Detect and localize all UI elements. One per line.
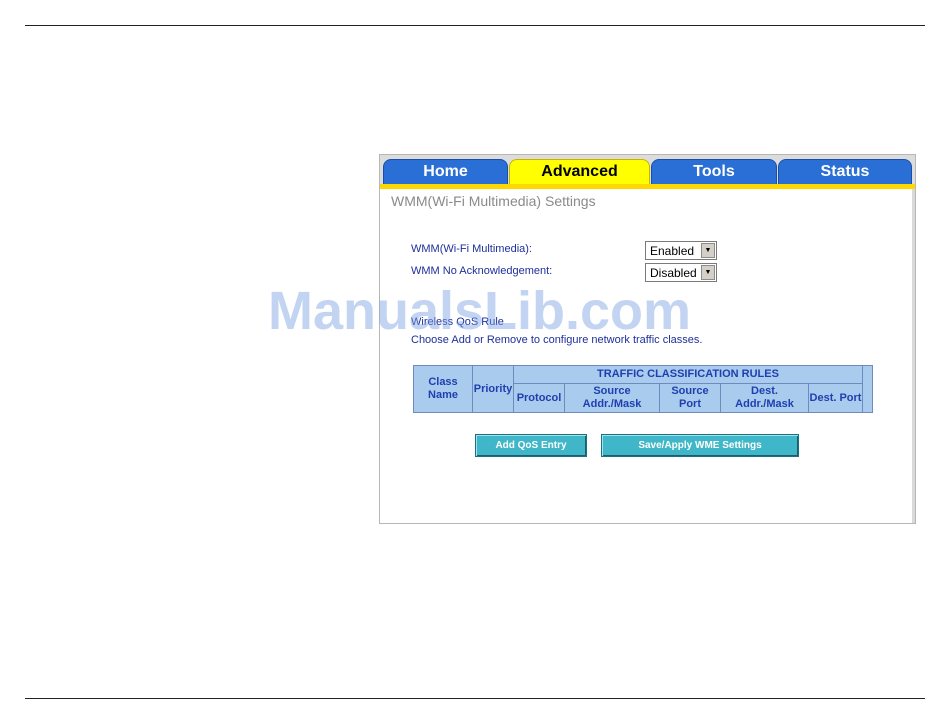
- tab-home[interactable]: Home: [383, 159, 508, 184]
- bottom-rule: [25, 698, 925, 699]
- tab-bar: Home Advanced Tools Status: [380, 155, 915, 189]
- tab-status[interactable]: Status: [778, 159, 912, 184]
- header-class-name: Class Name: [413, 365, 473, 413]
- save-apply-wme-button[interactable]: Save/Apply WME Settings: [601, 434, 799, 457]
- wmm-label: WMM(Wi-Fi Multimedia):: [411, 243, 532, 255]
- tab-tools[interactable]: Tools: [651, 159, 777, 184]
- header-dest-port: Dest. Port: [807, 383, 864, 413]
- watermark-text: ManualsLib.com: [268, 281, 692, 341]
- chevron-down-icon[interactable]: ▼: [701, 265, 715, 280]
- header-dest-addr: Dest. Addr./Mask: [720, 383, 809, 413]
- wmm-select-value: Enabled: [650, 243, 695, 258]
- header-priority: Priority: [472, 365, 514, 413]
- wmm-no-ack-select-value: Disabled: [650, 265, 697, 280]
- traffic-rules-table: Class Name Priority TRAFFIC CLASSIFICATI…: [413, 365, 874, 413]
- window-edge: [912, 185, 915, 523]
- top-rule: [25, 25, 925, 26]
- add-qos-entry-button[interactable]: Add QoS Entry: [475, 434, 587, 457]
- chevron-down-icon[interactable]: ▼: [701, 243, 715, 258]
- header-spacer: [862, 365, 874, 413]
- tab-underline: [380, 184, 915, 189]
- tab-advanced[interactable]: Advanced: [509, 159, 650, 184]
- header-source-port: Source Port: [659, 383, 721, 413]
- header-traffic-rules: TRAFFIC CLASSIFICATION RULES: [512, 365, 864, 384]
- wmm-no-ack-label: WMM No Acknowledgement:: [411, 265, 553, 277]
- header-source-addr: Source Addr./Mask: [564, 383, 660, 413]
- wmm-select[interactable]: Enabled ▼: [645, 241, 717, 260]
- page-title: WMM(Wi-Fi Multimedia) Settings: [391, 193, 596, 209]
- header-protocol: Protocol: [513, 383, 565, 413]
